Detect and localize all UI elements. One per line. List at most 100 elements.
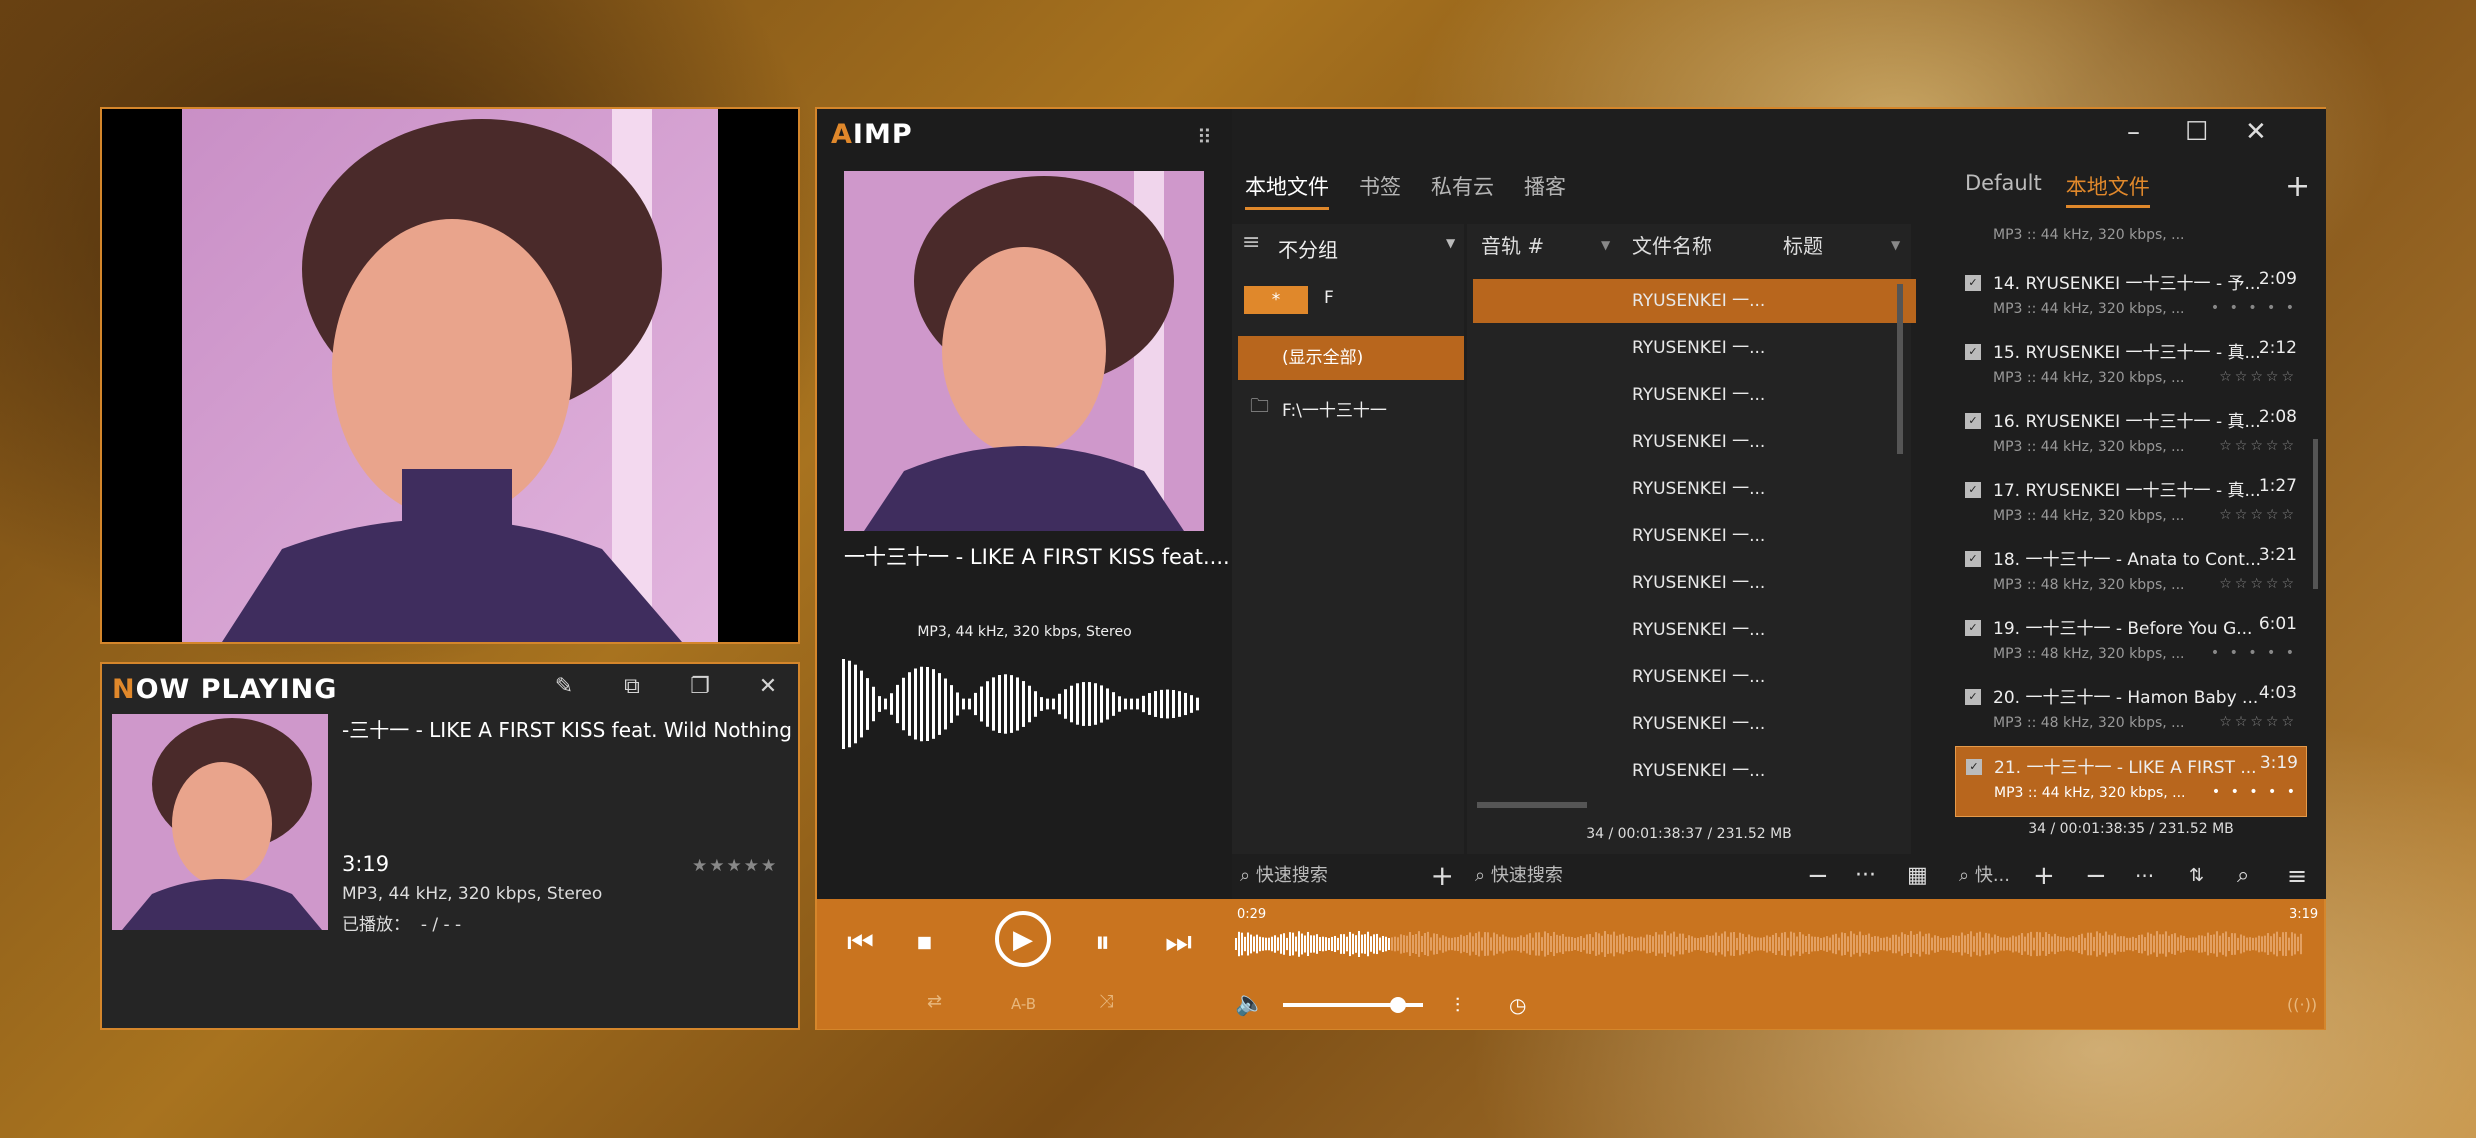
seek-waveform[interactable]: [1235, 924, 2302, 964]
close-icon[interactable]: ✕: [752, 674, 784, 699]
playlist-item-rating[interactable]: ☆☆☆☆☆: [2219, 369, 2297, 385]
search-input[interactable]: 快速搜索: [1256, 865, 1328, 886]
folder-item[interactable]: F:\一十三十一: [1282, 396, 1387, 421]
table-row[interactable]: RYUSENKEI 一...: [1473, 514, 1916, 558]
hamburger-icon[interactable]: ≡: [2287, 854, 2307, 898]
checkbox[interactable]: ✓: [1965, 689, 1981, 705]
playlist-item[interactable]: ✓ 21. 一十三十一 - LIKE A FIRST ... 3:19 MP3 :: …: [1955, 746, 2307, 817]
checkbox[interactable]: ✓: [1966, 759, 1982, 775]
tab-podcasts[interactable]: 播客: [1524, 171, 1566, 210]
checkbox[interactable]: ✓: [1965, 551, 1981, 567]
volume-icon[interactable]: 🔈: [1235, 989, 1265, 1017]
next-icon[interactable]: ⏭: [1165, 925, 1192, 960]
minimize-icon[interactable]: –: [2127, 117, 2140, 147]
tab-local-files[interactable]: 本地文件: [1245, 171, 1329, 210]
waveform-bar: [1871, 936, 1873, 952]
playlist-item[interactable]: ✓ 19. 一十三十一 - Before You G... 6:01 MP3 :: 4…: [1955, 608, 2305, 677]
menu-icon[interactable]: ≡: [1242, 230, 1260, 255]
pause-icon[interactable]: ⏸: [1095, 925, 1110, 960]
checkbox[interactable]: ✓: [1965, 482, 1981, 498]
v-scrollbar[interactable]: [2313, 439, 2318, 589]
playlist-item-rating[interactable]: • • • • •: [2211, 300, 2297, 316]
maximize-icon[interactable]: ☐: [2185, 117, 2208, 147]
visualizer-bar: [890, 693, 893, 715]
playlist-item[interactable]: ✓ 15. RYUSENKEI 一十三十一 - 真... 2:12 MP3 :: 44…: [1955, 332, 2305, 401]
playlist-item-rating[interactable]: • • • • •: [2211, 645, 2297, 661]
tab-default[interactable]: Default: [1965, 171, 2042, 208]
ab-repeat-button[interactable]: A-B: [1011, 995, 1036, 1013]
search-input[interactable]: 快速搜索: [1491, 865, 1563, 886]
checkbox[interactable]: ✓: [1965, 413, 1981, 429]
col-title[interactable]: 标题: [1783, 224, 1823, 268]
search-input[interactable]: 快...: [1975, 865, 2010, 886]
show-all-item[interactable]: (显示全部): [1238, 336, 1464, 380]
scrollbar[interactable]: [1897, 284, 1903, 454]
waveform-bar: [1913, 934, 1915, 954]
playlist-item-rating[interactable]: ☆☆☆☆☆: [2219, 714, 2297, 730]
checkbox[interactable]: ✓: [1965, 620, 1981, 636]
more-icon[interactable]: ···: [1855, 854, 1876, 898]
playlist-item[interactable]: ✓ 17. RYUSENKEI 一十三十一 - 真... 1:27 MP3 :: 44…: [1955, 470, 2305, 539]
playlist-item-rating[interactable]: ☆☆☆☆☆: [2219, 576, 2297, 592]
table-row[interactable]: RYUSENKEI 一...: [1473, 326, 1916, 370]
copy-icon[interactable]: ⧉: [616, 674, 648, 699]
filter-letter-f[interactable]: F: [1324, 288, 1334, 308]
filter-star-button[interactable]: *: [1244, 286, 1308, 314]
checkbox[interactable]: ✓: [1965, 275, 1981, 291]
waveform-bar: [1877, 936, 1879, 952]
table-row[interactable]: RYUSENKEI 一...: [1473, 608, 1916, 652]
group-label[interactable]: 不分组: [1278, 234, 1338, 263]
h-scrollbar[interactable]: [1477, 802, 1587, 808]
search-icon[interactable]: ⌕: [2237, 854, 2249, 898]
stop-icon[interactable]: ⏹: [917, 925, 932, 960]
playlist-item[interactable]: ✓ 14. RYUSENKEI 一十三十一 - 予... 2:09 MP3 :: 44…: [1955, 263, 2305, 332]
broadcast-icon[interactable]: ((·)): [2287, 995, 2317, 1014]
grid-view-icon[interactable]: ▦: [1907, 854, 1928, 898]
shuffle-icon[interactable]: ⤨: [1099, 991, 1113, 1012]
playlist-item[interactable]: ✓ 20. 一十三十一 - Hamon Baby ... 4:03 MP3 :: 48…: [1955, 677, 2305, 746]
tab-local-playlist[interactable]: 本地文件: [2065, 171, 2150, 208]
checkbox[interactable]: ✓: [1965, 344, 1981, 360]
filter-icon[interactable]: ▼: [1891, 238, 1900, 252]
minus-icon[interactable]: −: [2085, 854, 2107, 898]
filter-icon[interactable]: ▼: [1601, 238, 1610, 252]
close-window-icon[interactable]: ✕: [2245, 117, 2267, 147]
previous-icon[interactable]: ⏮: [847, 925, 874, 960]
table-row[interactable]: RYUSENKEI 一...: [1473, 749, 1916, 793]
tab-private-cloud[interactable]: 私有云: [1431, 171, 1494, 210]
rating-stars[interactable]: ★★★★★: [692, 856, 778, 876]
table-row[interactable]: RYUSENKEI 一...: [1473, 702, 1916, 746]
playlist-item[interactable]: ✓ 16. RYUSENKEI 一十三十一 - 真... 2:08 MP3 :: 44…: [1955, 401, 2305, 470]
table-row[interactable]: RYUSENKEI 一...: [1473, 420, 1916, 464]
tab-bookmarks[interactable]: 书签: [1359, 171, 1401, 210]
duplicate-icon[interactable]: ❐: [684, 674, 716, 699]
play-icon[interactable]: ▶: [995, 911, 1051, 967]
table-row[interactable]: RYUSENKEI 一...: [1473, 655, 1916, 699]
repeat-icon[interactable]: ⇄: [927, 991, 942, 1012]
chevron-down-icon[interactable]: ▼: [1446, 236, 1455, 250]
table-row[interactable]: RYUSENKEI 一...: [1473, 373, 1916, 417]
table-row[interactable]: RYUSENKEI 一...: [1473, 279, 1916, 323]
add-icon[interactable]: +: [1431, 854, 1454, 898]
table-row[interactable]: RYUSENKEI 一...: [1473, 467, 1916, 511]
pencil-icon[interactable]: ✎: [548, 674, 580, 699]
col-track-number[interactable]: 音轨 #: [1481, 224, 1544, 268]
timer-icon[interactable]: ◷: [1509, 993, 1526, 1017]
playlist-item[interactable]: ✓ 18. 一十三十一 - Anata to Cont... 3:21 MP3 :: …: [1955, 539, 2305, 608]
col-file-name[interactable]: 文件名称: [1632, 224, 1712, 268]
table-row[interactable]: RYUSENKEI 一...: [1473, 561, 1916, 605]
waveform-bar: [1817, 936, 1819, 952]
volume-knob[interactable]: [1389, 997, 1406, 1013]
waveform-bar: [2111, 935, 2113, 953]
minus-icon[interactable]: −: [1807, 854, 1829, 898]
drag-handle-icon[interactable]: ⠿: [1197, 125, 1212, 149]
add-playlist-icon[interactable]: +: [2285, 169, 2310, 204]
equalizer-icon[interactable]: ⫶: [1455, 993, 1460, 1017]
playlist-item-rating[interactable]: ☆☆☆☆☆: [2219, 438, 2297, 454]
waveform-bar: [1757, 937, 1759, 951]
add-icon[interactable]: +: [2033, 854, 2055, 898]
more-icon[interactable]: ···: [2135, 854, 2154, 898]
playlist-item-rating[interactable]: ☆☆☆☆☆: [2219, 507, 2297, 523]
sort-icon[interactable]: ⇅: [2189, 854, 2204, 898]
playlist-item-rating[interactable]: • • • • •: [2212, 784, 2298, 800]
